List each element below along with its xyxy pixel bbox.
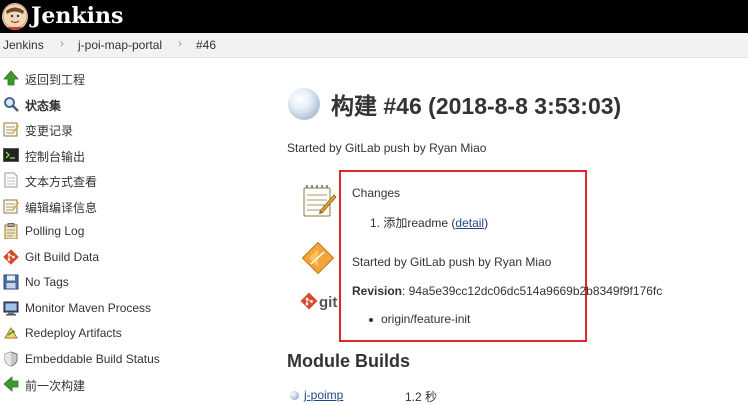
up-arrow-icon <box>3 70 19 86</box>
sidebar-item-label: 返回到工程 <box>25 73 86 87</box>
bullet-icon <box>369 317 373 322</box>
sidebar-item-back-to-project[interactable]: 返回到工程 <box>0 68 200 90</box>
gitlab-cause-text: Started by GitLab push by Ryan Miao <box>352 255 552 269</box>
breadcrumb-build[interactable]: #46 <box>196 38 216 52</box>
change-message: 添加readme <box>383 216 449 230</box>
sidebar-item-label: 状态集 <box>25 98 62 113</box>
sidebar-item-embeddable-build-status[interactable]: Embeddable Build Status <box>0 349 200 371</box>
changes-notepad-icon <box>301 184 337 223</box>
sidebar-item-polling-log[interactable]: Polling Log <box>0 221 200 243</box>
module-status-ball-icon <box>290 391 299 400</box>
build-status-ball-icon <box>288 88 320 120</box>
breadcrumb: Jenkins › j-poi-map-portal › #46 <box>0 33 748 58</box>
top-bar: Jenkins <box>0 0 748 33</box>
changes-heading: Changes <box>352 186 401 200</box>
sidebar-item-label: Polling Log <box>25 224 85 238</box>
revision-hash: : 94a5e39cc12dc06dc514a9669b2b8349f9f176… <box>402 284 663 298</box>
change-paren-close: ) <box>484 216 489 230</box>
sidebar-item-console-output[interactable]: 控制台输出 <box>0 145 200 167</box>
sidebar-item-label: No Tags <box>25 275 69 289</box>
redeploy-icon <box>3 325 19 341</box>
sidebar-item-changes[interactable]: 变更记录 <box>0 119 200 141</box>
terminal-icon <box>3 147 19 163</box>
notepad-icon <box>3 121 19 137</box>
gitlab-icon <box>301 241 335 281</box>
page-title: 构建 #46 (2018-8-8 3:53:03) <box>331 93 622 119</box>
sidebar-item-previous-build[interactable]: 前一次构建 <box>0 374 200 396</box>
change-list-item: 1. 添加readme (detail) <box>370 214 488 231</box>
floppy-icon <box>3 274 19 290</box>
sidebar-item-plain-text[interactable]: 文本方式查看 <box>0 170 200 192</box>
breadcrumb-separator: › <box>178 36 182 50</box>
git-logo-icon: git <box>300 291 340 316</box>
breadcrumb-project[interactable]: j-poi-map-portal <box>78 38 162 52</box>
document-icon <box>3 172 19 188</box>
branch-name: origin/feature-init <box>381 312 471 326</box>
git-icon <box>3 248 19 265</box>
sidebar-item-label: 文本方式查看 <box>25 175 98 189</box>
branch-list-item: origin/feature-init <box>369 312 470 326</box>
sidebar-item-label: 控制台输出 <box>25 149 86 164</box>
sidebar-item-status[interactable]: 状态集 <box>0 94 200 116</box>
notepad-icon <box>3 198 19 214</box>
module-builds-heading: Module Builds <box>287 351 410 371</box>
git-logo-text: git <box>319 294 337 311</box>
sidebar-item-label: Git Build Data <box>25 249 100 264</box>
sidebar-item-label: 前一次构建 <box>25 379 86 393</box>
breadcrumb-separator: › <box>60 36 64 50</box>
sidebar-item-git-build-data[interactable]: Git Build Data <box>0 247 200 269</box>
breadcrumb-jenkins[interactable]: Jenkins <box>3 38 44 52</box>
jenkins-logo-icon[interactable] <box>2 3 28 30</box>
module-duration: 1.2 秒 <box>405 390 438 404</box>
change-detail-link[interactable]: detail <box>455 216 484 230</box>
sidebar-item-label: Embeddable Build Status <box>25 351 160 366</box>
clipboard-icon <box>3 223 19 240</box>
sidebar-item-label: Monitor Maven Process <box>25 300 152 315</box>
search-icon <box>3 96 19 112</box>
change-number: 1. <box>370 216 381 230</box>
sidebar-item-no-tags[interactable]: No Tags <box>0 272 200 294</box>
build-cause-text: Started by GitLab push by Ryan Miao <box>287 141 487 155</box>
sidebar-item-monitor-maven[interactable]: Monitor Maven Process <box>0 298 200 320</box>
revision-line: Revision: 94a5e39cc12dc06dc514a9669b2b83… <box>352 284 662 298</box>
computer-icon <box>3 300 19 316</box>
sidebar-item-label: Redeploy Artifacts <box>25 326 122 340</box>
sidebar-item-label: 变更记录 <box>25 124 74 138</box>
sidebar-item-label: 编辑编译信息 <box>25 200 98 215</box>
sidebar-item-redeploy-artifacts[interactable]: Redeploy Artifacts <box>0 323 200 345</box>
revision-label: Revision <box>352 284 403 298</box>
module-link[interactable]: j-poimp <box>304 388 343 402</box>
brand-name[interactable]: Jenkins <box>31 3 123 30</box>
shield-icon <box>3 350 19 367</box>
left-arrow-icon <box>3 376 19 392</box>
sidebar-item-edit-build-info[interactable]: 编辑编译信息 <box>0 196 200 218</box>
